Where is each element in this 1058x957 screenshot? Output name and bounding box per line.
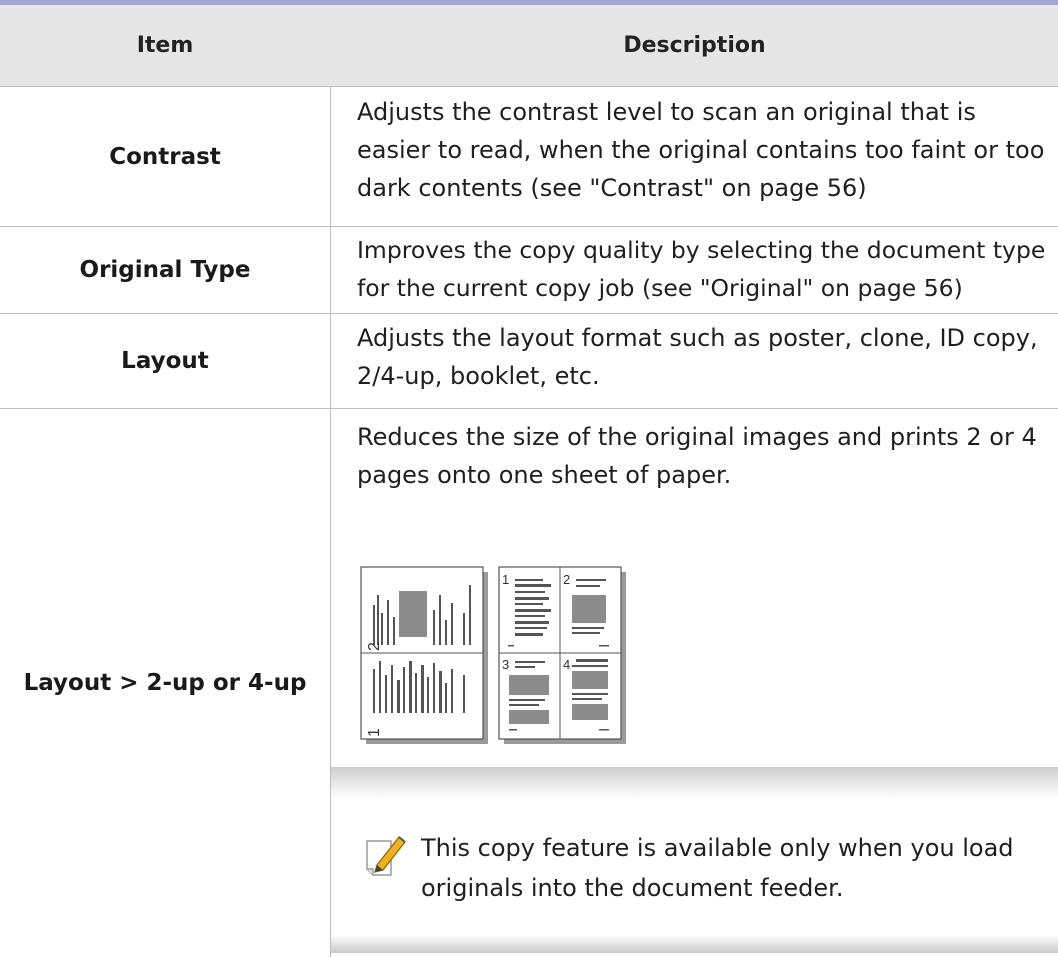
column-header-item: Item: [136, 33, 194, 58]
four-up-label: 2: [563, 572, 570, 587]
item-label-layout: Layout: [121, 348, 209, 374]
note-text: This copy feature is available only when…: [421, 834, 1014, 902]
table-row: Layout Adjusts the layout format such as…: [0, 314, 1058, 408]
note-box: This copy feature is available only when…: [331, 767, 1058, 953]
note-top-band: [331, 767, 1058, 799]
table-header-row: Item Description: [0, 5, 1058, 86]
item-label-original-type: Original Type: [79, 257, 251, 283]
two-up-page-icon: 2 1: [360, 566, 488, 744]
table-row: Original Type Improves the copy quality …: [0, 227, 1058, 313]
description-layout: Adjusts the layout format such as poster…: [357, 324, 1038, 390]
four-up-label: 3: [502, 657, 509, 672]
four-up-label: 1: [502, 572, 509, 587]
two-up-label: 1: [366, 728, 383, 737]
description-original-type: Improves the copy quality by selecting t…: [357, 236, 1046, 302]
description-contrast: Adjusts the contrast level to scan an or…: [357, 98, 1045, 202]
pencil-note-icon: [366, 836, 406, 876]
item-label-contrast: Contrast: [109, 143, 221, 170]
table-row: Layout > 2-up or 4-up Reduces the size o…: [0, 409, 1058, 957]
n-up-illustration: 2 1 1 2 3 4: [360, 566, 626, 744]
description-layout-2up-4up: Reduces the size of the original images …: [357, 423, 1037, 489]
four-up-label: 4: [563, 657, 570, 672]
item-label-layout-2up-4up: Layout > 2-up or 4-up: [23, 670, 307, 696]
column-header-description: Description: [623, 33, 766, 58]
table-row: Contrast Adjusts the contrast level to s…: [0, 87, 1058, 226]
four-up-page-icon: 1 2 3 4: [498, 566, 626, 744]
note-bottom-band: [331, 935, 1058, 953]
two-up-label: 2: [366, 642, 383, 651]
